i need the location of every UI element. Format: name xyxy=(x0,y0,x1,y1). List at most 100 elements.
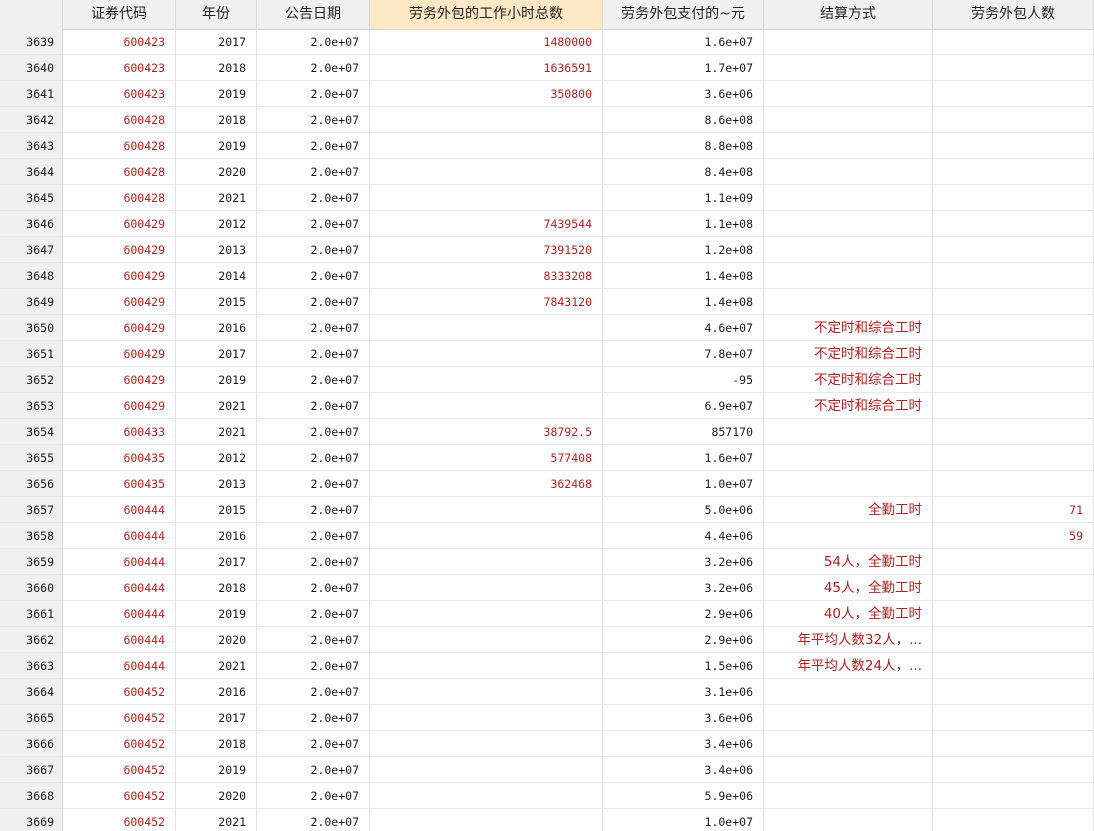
cell-announcement-date[interactable]: 2.0e+07 xyxy=(257,263,370,289)
cell-announcement-date[interactable]: 2.0e+07 xyxy=(257,809,370,831)
cell-settlement-method[interactable] xyxy=(764,81,933,107)
cell-stock-code[interactable]: 600429 xyxy=(63,211,176,237)
cell-year[interactable]: 2013 xyxy=(176,237,257,263)
cell-settlement-method[interactable] xyxy=(764,471,933,497)
cell-outsourcing-work-hours[interactable] xyxy=(370,809,603,831)
table-row[interactable]: 3647 600429 2013 2.0e+07 7391520 1.2e+08 xyxy=(0,237,1094,263)
cell-stock-code[interactable]: 600444 xyxy=(63,549,176,575)
cell-announcement-date[interactable]: 2.0e+07 xyxy=(257,757,370,783)
cell-settlement-method[interactable] xyxy=(764,289,933,315)
cell-outsourcing-work-hours[interactable]: 350800 xyxy=(370,81,603,107)
cell-outsourcing-work-hours[interactable] xyxy=(370,185,603,211)
cell-announcement-date[interactable]: 2.0e+07 xyxy=(257,523,370,549)
cell-settlement-method[interactable] xyxy=(764,809,933,831)
cell-outsourcing-work-hours[interactable]: 7391520 xyxy=(370,237,603,263)
cell-settlement-method[interactable] xyxy=(764,29,933,55)
cell-announcement-date[interactable]: 2.0e+07 xyxy=(257,549,370,575)
cell-outsourcing-work-hours[interactable] xyxy=(370,653,603,679)
cell-year[interactable]: 2017 xyxy=(176,549,257,575)
cell-outsourcing-work-hours[interactable] xyxy=(370,705,603,731)
table-row[interactable]: 3658 600444 2016 2.0e+07 4.4e+06 59 xyxy=(0,523,1094,549)
table-row[interactable]: 3646 600429 2012 2.0e+07 7439544 1.1e+08 xyxy=(0,211,1094,237)
cell-year[interactable]: 2018 xyxy=(176,107,257,133)
cell-outsourcing-payment[interactable]: 7.8e+07 xyxy=(603,341,764,367)
cell-year[interactable]: 2020 xyxy=(176,783,257,809)
cell-outsourcing-work-hours[interactable] xyxy=(370,731,603,757)
cell-announcement-date[interactable]: 2.0e+07 xyxy=(257,185,370,211)
cell-outsourcing-headcount[interactable] xyxy=(933,471,1094,497)
cell-outsourcing-work-hours[interactable]: 7439544 xyxy=(370,211,603,237)
cell-outsourcing-payment[interactable]: 857170 xyxy=(603,419,764,445)
cell-outsourcing-payment[interactable]: -95 xyxy=(603,367,764,393)
cell-announcement-date[interactable]: 2.0e+07 xyxy=(257,679,370,705)
cell-outsourcing-headcount[interactable] xyxy=(933,393,1094,419)
cell-settlement-method[interactable] xyxy=(764,133,933,159)
cell-outsourcing-payment[interactable]: 2.9e+06 xyxy=(603,627,764,653)
cell-announcement-date[interactable]: 2.0e+07 xyxy=(257,211,370,237)
cell-stock-code[interactable]: 600429 xyxy=(63,367,176,393)
cell-outsourcing-headcount[interactable] xyxy=(933,419,1094,445)
table-row[interactable]: 3667 600452 2019 2.0e+07 3.4e+06 xyxy=(0,757,1094,783)
cell-year[interactable]: 2015 xyxy=(176,497,257,523)
cell-outsourcing-work-hours[interactable] xyxy=(370,757,603,783)
table-row[interactable]: 3664 600452 2016 2.0e+07 3.1e+06 xyxy=(0,679,1094,705)
cell-settlement-method[interactable]: 年平均人数32人，... xyxy=(764,627,933,653)
cell-outsourcing-payment[interactable]: 1.0e+07 xyxy=(603,809,764,831)
cell-outsourcing-headcount[interactable] xyxy=(933,445,1094,471)
cell-outsourcing-headcount[interactable] xyxy=(933,211,1094,237)
table-row[interactable]: 3661 600444 2019 2.0e+07 2.9e+06 40人，全勤工时 xyxy=(0,601,1094,627)
cell-outsourcing-headcount[interactable] xyxy=(933,81,1094,107)
cell-announcement-date[interactable]: 2.0e+07 xyxy=(257,653,370,679)
cell-outsourcing-headcount[interactable] xyxy=(933,367,1094,393)
cell-outsourcing-headcount[interactable] xyxy=(933,731,1094,757)
cell-year[interactable]: 2012 xyxy=(176,211,257,237)
table-row[interactable]: 3665 600452 2017 2.0e+07 3.6e+06 xyxy=(0,705,1094,731)
cell-outsourcing-payment[interactable]: 3.1e+06 xyxy=(603,679,764,705)
cell-announcement-date[interactable]: 2.0e+07 xyxy=(257,367,370,393)
cell-year[interactable]: 2019 xyxy=(176,757,257,783)
cell-outsourcing-payment[interactable]: 5.9e+06 xyxy=(603,783,764,809)
cell-year[interactable]: 2020 xyxy=(176,627,257,653)
cell-year[interactable]: 2015 xyxy=(176,289,257,315)
cell-outsourcing-payment[interactable]: 5.0e+06 xyxy=(603,497,764,523)
cell-outsourcing-headcount[interactable] xyxy=(933,185,1094,211)
cell-settlement-method[interactable] xyxy=(764,523,933,549)
cell-announcement-date[interactable]: 2.0e+07 xyxy=(257,289,370,315)
cell-outsourcing-headcount[interactable] xyxy=(933,107,1094,133)
cell-announcement-date[interactable]: 2.0e+07 xyxy=(257,731,370,757)
column-header-year[interactable]: 年份 xyxy=(176,0,257,29)
cell-announcement-date[interactable]: 2.0e+07 xyxy=(257,627,370,653)
cell-outsourcing-work-hours[interactable] xyxy=(370,497,603,523)
cell-stock-code[interactable]: 600444 xyxy=(63,575,176,601)
cell-outsourcing-payment[interactable]: 3.2e+06 xyxy=(603,575,764,601)
column-header-announcement-date[interactable]: 公告日期 xyxy=(257,0,370,29)
table-row[interactable]: 3652 600429 2019 2.0e+07 -95 不定时和综合工时 xyxy=(0,367,1094,393)
cell-stock-code[interactable]: 600429 xyxy=(63,237,176,263)
cell-year[interactable]: 2019 xyxy=(176,81,257,107)
column-header-outsourcing-payment[interactable]: 劳务外包支付的~元 xyxy=(603,0,764,29)
column-header-row-number[interactable] xyxy=(0,0,63,29)
cell-outsourcing-payment[interactable]: 2.9e+06 xyxy=(603,601,764,627)
cell-outsourcing-payment[interactable]: 4.4e+06 xyxy=(603,523,764,549)
cell-outsourcing-payment[interactable]: 8.4e+08 xyxy=(603,159,764,185)
cell-stock-code[interactable]: 600428 xyxy=(63,133,176,159)
cell-year[interactable]: 2017 xyxy=(176,705,257,731)
cell-outsourcing-payment[interactable]: 3.6e+06 xyxy=(603,705,764,731)
cell-outsourcing-work-hours[interactable] xyxy=(370,575,603,601)
table-row[interactable]: 3644 600428 2020 2.0e+07 8.4e+08 xyxy=(0,159,1094,185)
cell-settlement-method[interactable]: 54人，全勤工时 xyxy=(764,549,933,575)
cell-year[interactable]: 2016 xyxy=(176,679,257,705)
cell-outsourcing-work-hours[interactable]: 362468 xyxy=(370,471,603,497)
cell-outsourcing-work-hours[interactable] xyxy=(370,315,603,341)
cell-stock-code[interactable]: 600429 xyxy=(63,341,176,367)
table-row[interactable]: 3668 600452 2020 2.0e+07 5.9e+06 xyxy=(0,783,1094,809)
cell-outsourcing-work-hours[interactable] xyxy=(370,159,603,185)
table-row[interactable]: 3669 600452 2021 2.0e+07 1.0e+07 xyxy=(0,809,1094,831)
cell-year[interactable]: 2019 xyxy=(176,367,257,393)
cell-stock-code[interactable]: 600452 xyxy=(63,809,176,831)
cell-outsourcing-headcount[interactable]: 59 xyxy=(933,523,1094,549)
cell-outsourcing-work-hours[interactable]: 38792.5 xyxy=(370,419,603,445)
cell-outsourcing-headcount[interactable] xyxy=(933,757,1094,783)
cell-settlement-method[interactable]: 不定时和综合工时 xyxy=(764,367,933,393)
cell-announcement-date[interactable]: 2.0e+07 xyxy=(257,55,370,81)
